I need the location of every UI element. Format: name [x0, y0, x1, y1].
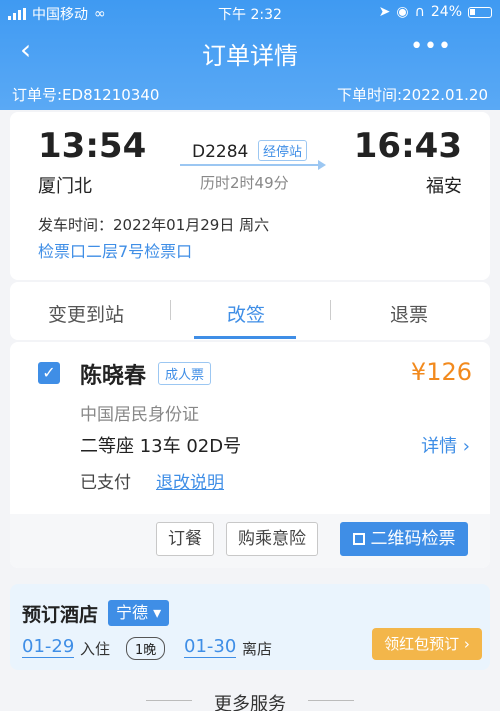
departure-time: 13:54: [38, 126, 147, 166]
trip-card: 13:54 厦门北 D2284 经停站 历时2时49分 16:43 福安 发车时…: [10, 112, 490, 280]
more-icon[interactable]: •••: [410, 34, 452, 59]
headphones-icon: ∩: [414, 4, 425, 20]
location-icon: ➤: [378, 4, 391, 20]
arrival-station: 福安: [426, 176, 462, 197]
meal-button[interactable]: 订餐: [156, 522, 214, 556]
tab-divider: [170, 300, 171, 320]
qr-button-label: 二维码检票: [370, 529, 456, 549]
passenger-checkbox[interactable]: ✓: [38, 362, 60, 384]
route-arrow-icon: [180, 160, 326, 170]
stops-button[interactable]: 经停站: [258, 140, 308, 161]
tab-divider: [330, 300, 331, 320]
id-type: 中国居民身份证: [80, 405, 199, 425]
tab-refund[interactable]: 退票: [390, 300, 428, 327]
city-selector[interactable]: 宁德 ▾: [108, 600, 170, 626]
order-number: 订单号:ED81210340: [12, 86, 160, 104]
checkout-label: 离店: [242, 640, 273, 658]
passenger-card: ✓ 陈晓春 成人票 ¥126 中国居民身份证 二等座 13车 02D号 详情 ›…: [10, 342, 490, 568]
checkin-date[interactable]: 01-29: [22, 636, 75, 658]
tab-active-indicator: [194, 336, 296, 339]
gate-info[interactable]: 检票口二层7号检票口: [38, 238, 192, 262]
seat-info: 二等座 13车 02D号: [80, 436, 242, 457]
nav-bar: ‹ 订单详情 •••: [0, 30, 500, 72]
passenger-name: 陈晓春: [80, 364, 147, 389]
qr-checkin-button[interactable]: 二维码检票: [340, 522, 468, 556]
ticket-price: ¥126: [410, 358, 472, 386]
arrival-time: 16:43: [353, 126, 462, 166]
ticket-tabs: 变更到站 改签 退票: [10, 282, 490, 340]
status-bar: 中国移动 ∞ 下午 2:32 ➤ ◉ ∩ 24%: [0, 0, 500, 26]
departure-date: 发车时间：2022年01月29日 周六: [38, 216, 270, 234]
order-time: 下单时间:2022.01.20: [337, 86, 488, 104]
insurance-button[interactable]: 购乘意险: [226, 522, 318, 556]
payment-status: 已支付: [80, 473, 131, 493]
checkin-label: 入住: [80, 640, 111, 658]
checkout-date[interactable]: 01-30: [184, 636, 237, 658]
qr-icon: [352, 533, 365, 545]
tab-change-destination[interactable]: 变更到站: [48, 300, 124, 327]
battery-icon: [468, 6, 492, 18]
header: 中国移动 ∞ 下午 2:32 ➤ ◉ ∩ 24% ‹ 订单详情 ••• 订单号:…: [0, 0, 500, 110]
nights-badge: 1晚: [126, 637, 166, 660]
refund-policy-link[interactable]: 退改说明: [156, 468, 224, 493]
departure-station: 厦门北: [38, 176, 92, 197]
alarm-icon: ◉: [396, 4, 409, 20]
detail-link[interactable]: 详情 ›: [421, 432, 470, 458]
divider-line: [308, 700, 354, 701]
battery-percent: 24%: [430, 4, 462, 20]
hotel-card: 预订酒店 宁德 ▾ 01-29 入住 1晚 01-30 离店 领红包预订 ›: [10, 584, 490, 670]
hotel-title: 预订酒店: [22, 604, 99, 626]
coupon-book-button[interactable]: 领红包预订 ›: [372, 628, 482, 660]
tab-reschedule[interactable]: 改签: [227, 300, 265, 327]
train-number: D2284: [192, 142, 249, 162]
trip-duration: 历时2时49分: [200, 174, 289, 192]
ticket-type-badge: 成人票: [158, 362, 212, 385]
more-services[interactable]: 更多服务: [0, 690, 500, 711]
